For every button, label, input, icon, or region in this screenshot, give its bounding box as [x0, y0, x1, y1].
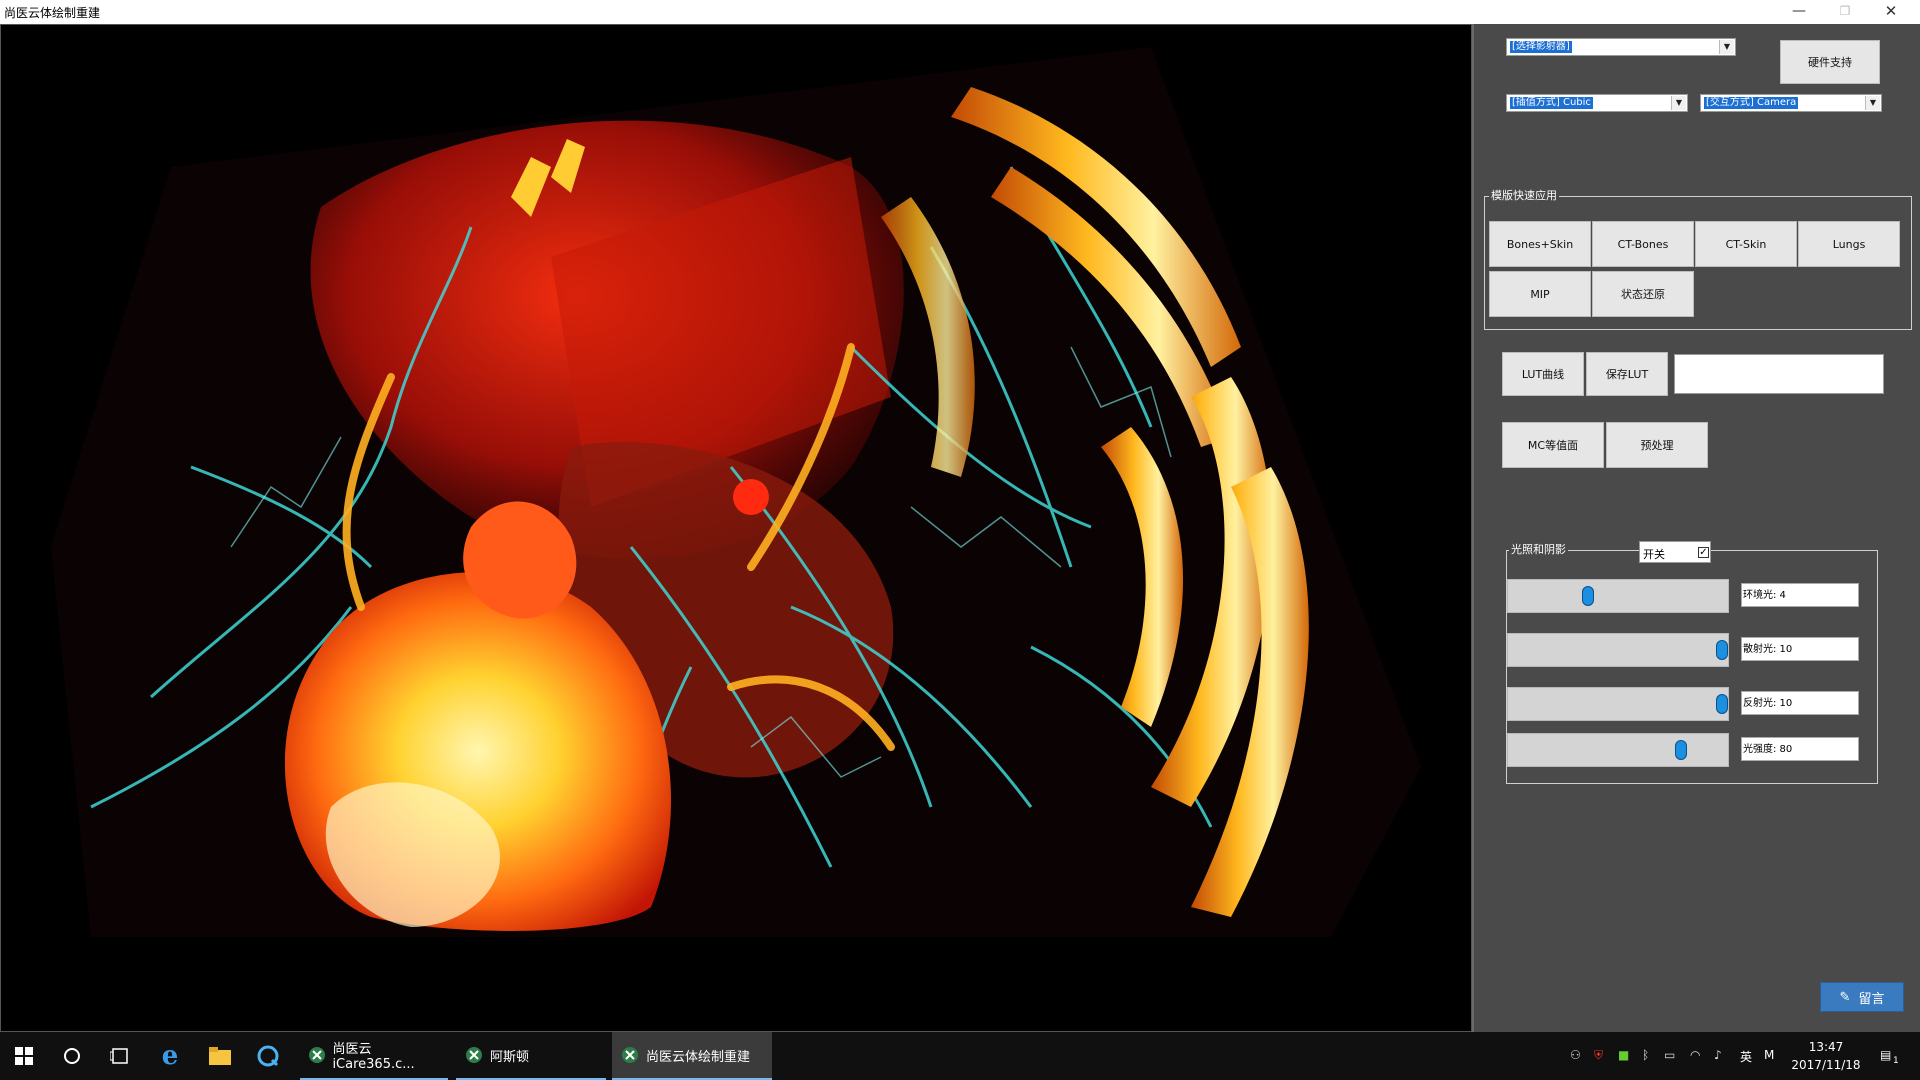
preset-bones-skin-button[interactable]: Bones+Skin [1489, 221, 1591, 267]
template-group-title: 模版快速应用 [1489, 189, 1559, 202]
preset-ct-bones-button[interactable]: CT-Bones [1592, 221, 1694, 267]
lut-curve-button[interactable]: LUT曲线 [1502, 352, 1584, 396]
light-intensity-slider-thumb[interactable] [1674, 740, 1687, 760]
app-logo-icon [620, 1045, 640, 1065]
mapping-select-value: [选择影射器] [1510, 41, 1572, 53]
lut-name-input[interactable] [1674, 354, 1884, 394]
message-button[interactable]: ✎ 留言 [1820, 982, 1904, 1012]
specular-light-slider-thumb[interactable] [1716, 694, 1728, 714]
light-intensity-label: 光强度: 80 [1741, 737, 1859, 761]
edge-browser-icon[interactable]: e [154, 1040, 186, 1072]
task-view-icon[interactable] [104, 1040, 136, 1072]
template-group: 模版快速应用 Bones+Skin CT-Bones CT-Skin Lungs… [1484, 190, 1912, 330]
lighting-group: 光照和阴影 开关 ✓ 环境光: 4 散射光: 10 反射光: 10 光强度: 8… [1506, 541, 1878, 784]
chevron-down-icon: ▼ [1671, 96, 1686, 110]
network-people-icon[interactable]: ⚇ [1570, 1048, 1581, 1062]
app-logo-icon [464, 1045, 484, 1065]
preset-mip-button[interactable]: MIP [1489, 271, 1591, 317]
control-panel: [选择影射器] ▼ 硬件支持 [插值方式] Cubic ▼ [交互方式] Cam… [1472, 24, 1920, 1032]
interpolation-select[interactable]: [插值方式] Cubic ▼ [1506, 94, 1688, 112]
hardware-support-button[interactable]: 硬件支持 [1780, 40, 1880, 84]
message-button-label: 留言 [1858, 991, 1885, 1007]
lighting-toggle-label: 开关 [1643, 548, 1665, 561]
ambient-light-slider-thumb[interactable] [1582, 586, 1595, 606]
notification-count: 1 [1893, 1056, 1899, 1066]
nvidia-icon[interactable]: ■ [1618, 1048, 1629, 1062]
close-button[interactable]: ✕ [1868, 0, 1914, 24]
ambient-light-label: 环境光: 4 [1741, 583, 1859, 607]
ime-indicator[interactable]: 英 [1740, 1048, 1752, 1065]
mapping-select[interactable]: [选择影射器] ▼ [1506, 38, 1736, 56]
chevron-down-icon: ▼ [1719, 40, 1734, 54]
save-lut-button[interactable]: 保存LUT [1586, 352, 1668, 396]
diffuse-light-label: 散射光: 10 [1741, 637, 1859, 661]
taskbar-app-asidun[interactable]: 阿斯顿 [456, 1032, 606, 1080]
preprocess-button[interactable]: 预处理 [1606, 422, 1708, 468]
chevron-down-icon: ▼ [1865, 96, 1880, 110]
lighting-group-title: 光照和阴影 [1509, 543, 1568, 556]
taskbar-app-label: 尚医云体绘制重建 [646, 1049, 751, 1065]
title-bar: 尚医云体绘制重建 — ❐ ✕ [0, 0, 1920, 25]
minimize-button[interactable]: — [1776, 0, 1822, 24]
app-logo-icon [308, 1045, 326, 1065]
preset-ct-skin-button[interactable]: CT-Skin [1695, 221, 1797, 267]
lighting-toggle[interactable]: 开关 ✓ [1639, 541, 1711, 563]
light-intensity-slider[interactable] [1507, 733, 1729, 767]
taskbar-app-label: 尚医云 iCare365.c... [332, 1042, 415, 1072]
window-title: 尚医云体绘制重建 [4, 6, 101, 20]
ime-mode-indicator[interactable]: M [1764, 1048, 1774, 1062]
battery-icon[interactable]: ▭ [1664, 1048, 1675, 1062]
render-viewport[interactable] [0, 24, 1472, 1032]
taskbar: e 尚医云 iCare365.c... 阿斯顿 尚医云体绘制重建 ⚇ ⛨ ■ ᛒ… [0, 1032, 1920, 1080]
browser-q-icon[interactable] [252, 1040, 284, 1072]
pencil-icon: ✎ [1839, 989, 1851, 1005]
taskbar-app-label: 阿斯顿 [490, 1049, 530, 1065]
reset-state-button[interactable]: 状态还原 [1592, 271, 1694, 317]
interpolation-select-value: [插值方式] Cubic [1510, 97, 1593, 109]
volume-icon[interactable]: ♪ [1714, 1048, 1722, 1062]
file-explorer-icon[interactable] [204, 1040, 236, 1072]
security-shield-icon[interactable]: ⛨ [1594, 1048, 1603, 1063]
taskbar-app-volume-render[interactable]: 尚医云体绘制重建 [612, 1032, 772, 1080]
clock-time: 13:47 [1808, 1040, 1844, 1054]
volume-render-image [51, 47, 1421, 937]
interaction-select[interactable]: [交互方式] Camera ▼ [1700, 94, 1882, 112]
search-icon[interactable] [56, 1040, 88, 1072]
taskbar-app-icare[interactable]: 尚医云 iCare365.c... [300, 1032, 448, 1080]
specular-light-slider[interactable] [1507, 687, 1729, 721]
bluetooth-icon[interactable]: ᛒ [1642, 1048, 1649, 1062]
clock-date: 2017/11/18 [1791, 1058, 1861, 1072]
system-clock[interactable]: 13:47 2017/11/18 [1786, 1038, 1866, 1074]
interaction-select-value: [交互方式] Camera [1704, 97, 1799, 109]
wifi-icon[interactable]: ◠ [1690, 1048, 1700, 1062]
mc-isosurface-button[interactable]: MC等值面 [1502, 422, 1604, 468]
diffuse-light-slider[interactable] [1507, 633, 1729, 667]
notification-icon[interactable]: ▤ [1880, 1048, 1891, 1062]
preset-lungs-button[interactable]: Lungs [1798, 221, 1900, 267]
ambient-light-slider[interactable] [1507, 579, 1729, 613]
lighting-checkbox[interactable]: ✓ [1698, 547, 1709, 558]
specular-light-label: 反射光: 10 [1741, 691, 1859, 715]
windows-start-icon[interactable] [8, 1040, 40, 1072]
maximize-button[interactable]: ❐ [1822, 0, 1868, 24]
diffuse-light-slider-thumb[interactable] [1716, 640, 1728, 660]
